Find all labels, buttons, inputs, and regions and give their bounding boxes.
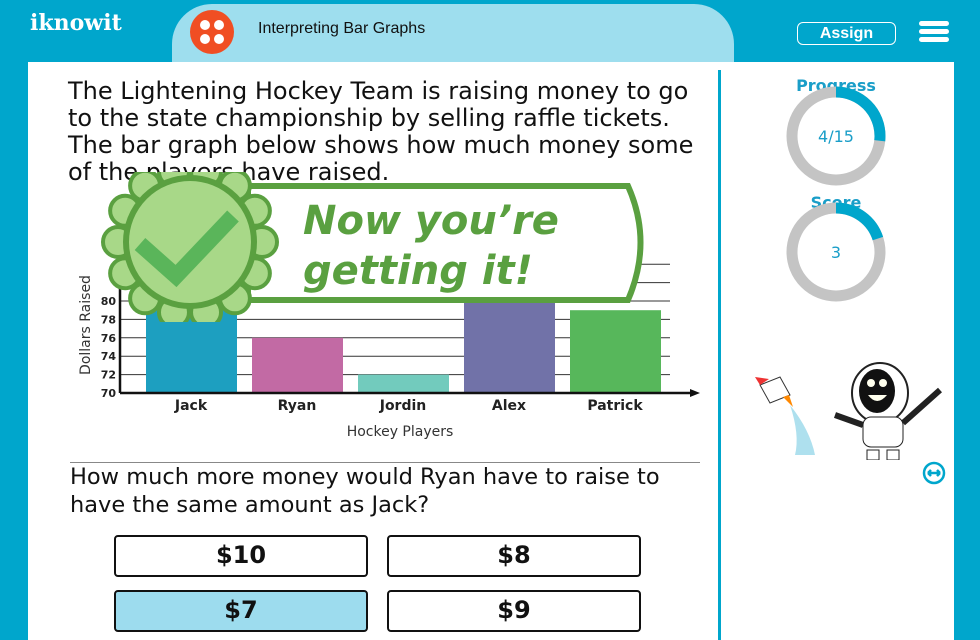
answer-option-selected[interactable]: $7 xyxy=(114,590,368,632)
answer-option[interactable]: $9 xyxy=(387,590,641,632)
x-tick-label: Jack xyxy=(174,398,208,414)
feedback-line2: getting it! xyxy=(303,248,533,294)
feedback-line1: Now you’re xyxy=(303,198,559,244)
x-axis-arrow xyxy=(690,389,700,397)
four-dots-icon xyxy=(190,10,234,54)
score-ring: 3 xyxy=(786,202,886,302)
astronaut-mascot xyxy=(755,362,942,460)
progress-value: 4/15 xyxy=(818,127,854,146)
lesson-title-bar xyxy=(172,4,734,66)
x-axis-title: Hockey Players xyxy=(347,424,454,440)
check-seal-icon xyxy=(101,172,279,322)
x-tick-label: Patrick xyxy=(587,398,643,414)
x-tick-label: Jordin xyxy=(379,398,427,414)
divider xyxy=(718,70,721,640)
question-prompt: How much more money would Ryan have to r… xyxy=(70,462,700,519)
x-tick-label: Ryan xyxy=(278,398,317,414)
x-tick-label: Alex xyxy=(492,398,526,414)
answer-option[interactable]: $8 xyxy=(387,535,641,577)
rocket-icon xyxy=(755,376,815,455)
score-value: 3 xyxy=(831,243,841,262)
assign-button[interactable]: Assign xyxy=(797,22,896,45)
question-text: The Lightening Hockey Team is raising mo… xyxy=(68,77,694,186)
y-tick-label: 74 xyxy=(101,350,117,363)
resize-arrows-icon[interactable] xyxy=(922,461,946,485)
logo[interactable]: iknowit xyxy=(30,10,122,36)
y-tick-label: 70 xyxy=(101,387,117,400)
y-tick-label: 72 xyxy=(101,369,116,382)
bar-patrick xyxy=(570,310,661,393)
answer-option[interactable]: $10 xyxy=(114,535,368,577)
feedback-badge: Now you’re getting it! xyxy=(101,172,644,322)
lesson-title: Interpreting Bar Graphs xyxy=(258,20,426,37)
progress-ring: 4/15 xyxy=(786,86,886,186)
header: iknowit Interpreting Bar Graphs Assign xyxy=(0,0,980,66)
bar-jordin xyxy=(358,374,449,393)
y-tick-label: 76 xyxy=(101,332,117,345)
bar-ryan xyxy=(252,337,343,393)
hamburger-icon[interactable] xyxy=(919,21,949,43)
